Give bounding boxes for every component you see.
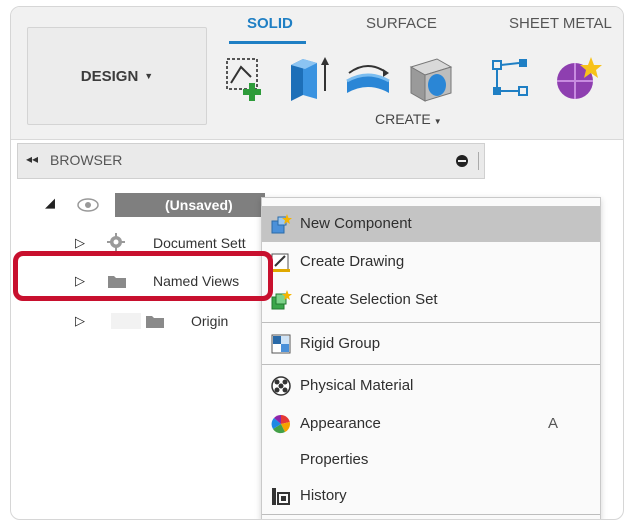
active-tab-underline bbox=[229, 41, 306, 44]
menu-item-appearance[interactable]: Appearance A bbox=[262, 406, 600, 442]
shell-icon[interactable] bbox=[403, 51, 457, 105]
gear-icon bbox=[107, 233, 125, 256]
menu-item-properties[interactable]: Properties bbox=[262, 442, 600, 478]
menu-item-new-component[interactable]: New Component bbox=[262, 206, 600, 242]
menu-item-history[interactable]: History bbox=[262, 478, 600, 514]
menu-item-label: Rigid Group bbox=[300, 335, 381, 352]
toolbar: DESIGN ▼ SOLID SURFACE SHEET METAL CREAT… bbox=[11, 7, 623, 140]
root-component-name: (Unsaved) bbox=[165, 197, 233, 213]
create-base-feature-icon[interactable] bbox=[551, 51, 605, 105]
create-label: CREATE bbox=[375, 111, 431, 127]
expand-triangle-icon[interactable]: ▷ bbox=[75, 313, 85, 329]
menu-item-physical-material[interactable]: Physical Material bbox=[262, 368, 600, 404]
panel-grip[interactable] bbox=[478, 152, 479, 170]
browser-header: ◂◂ BROWSER bbox=[17, 143, 485, 179]
collapse-triangle-icon[interactable]: ◢ bbox=[45, 195, 55, 211]
tree-item-document-settings[interactable]: Document Sett bbox=[153, 235, 246, 261]
menu-separator bbox=[262, 364, 600, 365]
context-menu: New Component Create Drawing Create Sele… bbox=[261, 197, 601, 519]
fusion-window: DESIGN ▼ SOLID SURFACE SHEET METAL CREAT… bbox=[10, 6, 624, 520]
create-dropdown[interactable]: CREATE ▼ bbox=[375, 111, 442, 127]
new-component-icon bbox=[270, 213, 292, 235]
tree-item-origin[interactable]: Origin bbox=[191, 313, 228, 339]
browser-title: BROWSER bbox=[50, 152, 123, 168]
menu-item-rigid-group[interactable]: Rigid Group bbox=[262, 326, 600, 362]
create-form-icon[interactable] bbox=[485, 51, 539, 105]
collapse-browser-icon[interactable]: ◂◂ bbox=[26, 152, 38, 166]
workspace-label: DESIGN bbox=[80, 67, 139, 85]
tab-surface[interactable]: SURFACE bbox=[366, 15, 437, 32]
expand-triangle-icon[interactable]: ▷ bbox=[75, 235, 85, 251]
visibility-eye-icon[interactable] bbox=[77, 197, 99, 218]
pin-icon[interactable] bbox=[456, 155, 468, 167]
tab-solid[interactable]: SOLID bbox=[247, 15, 293, 32]
menu-item-label: History bbox=[300, 487, 347, 504]
menu-item-create-drawing[interactable]: Create Drawing bbox=[262, 244, 600, 280]
menu-item-label: Appearance bbox=[300, 415, 381, 432]
create-sketch-icon[interactable] bbox=[221, 51, 275, 105]
caret-down-icon: ▼ bbox=[144, 71, 154, 81]
workspace-switcher-button[interactable]: DESIGN ▼ bbox=[27, 27, 207, 125]
create-selection-set-icon bbox=[270, 289, 292, 311]
tab-sheet-metal[interactable]: SHEET METAL bbox=[509, 15, 612, 32]
menu-item-shortcut: A bbox=[548, 415, 559, 432]
menu-item-create-selection-set[interactable]: Create Selection Set bbox=[262, 282, 600, 318]
expand-triangle-icon[interactable]: ▷ bbox=[75, 273, 85, 289]
rigid-group-icon bbox=[270, 333, 292, 355]
menu-separator bbox=[262, 322, 600, 323]
menu-item-label: New Component bbox=[300, 215, 412, 232]
menu-item-label: Properties bbox=[300, 451, 369, 468]
root-component-label[interactable]: (Unsaved) bbox=[115, 193, 265, 217]
history-icon bbox=[270, 485, 292, 507]
caret-down-icon: ▼ bbox=[433, 117, 442, 126]
extrude-icon[interactable] bbox=[281, 51, 335, 105]
appearance-icon bbox=[270, 413, 292, 435]
menu-separator bbox=[262, 514, 600, 515]
visibility-placeholder bbox=[111, 313, 141, 329]
menu-item-label: Create Drawing bbox=[300, 253, 405, 270]
menu-item-label: Create Selection Set bbox=[300, 291, 438, 308]
menu-item-label: Physical Material bbox=[300, 377, 414, 394]
create-drawing-icon bbox=[270, 251, 292, 273]
folder-icon bbox=[145, 313, 165, 334]
folder-icon bbox=[107, 273, 127, 294]
revolve-icon[interactable] bbox=[341, 51, 395, 105]
tree-item-named-views[interactable]: Named Views bbox=[153, 273, 239, 299]
physical-material-icon bbox=[270, 375, 292, 397]
